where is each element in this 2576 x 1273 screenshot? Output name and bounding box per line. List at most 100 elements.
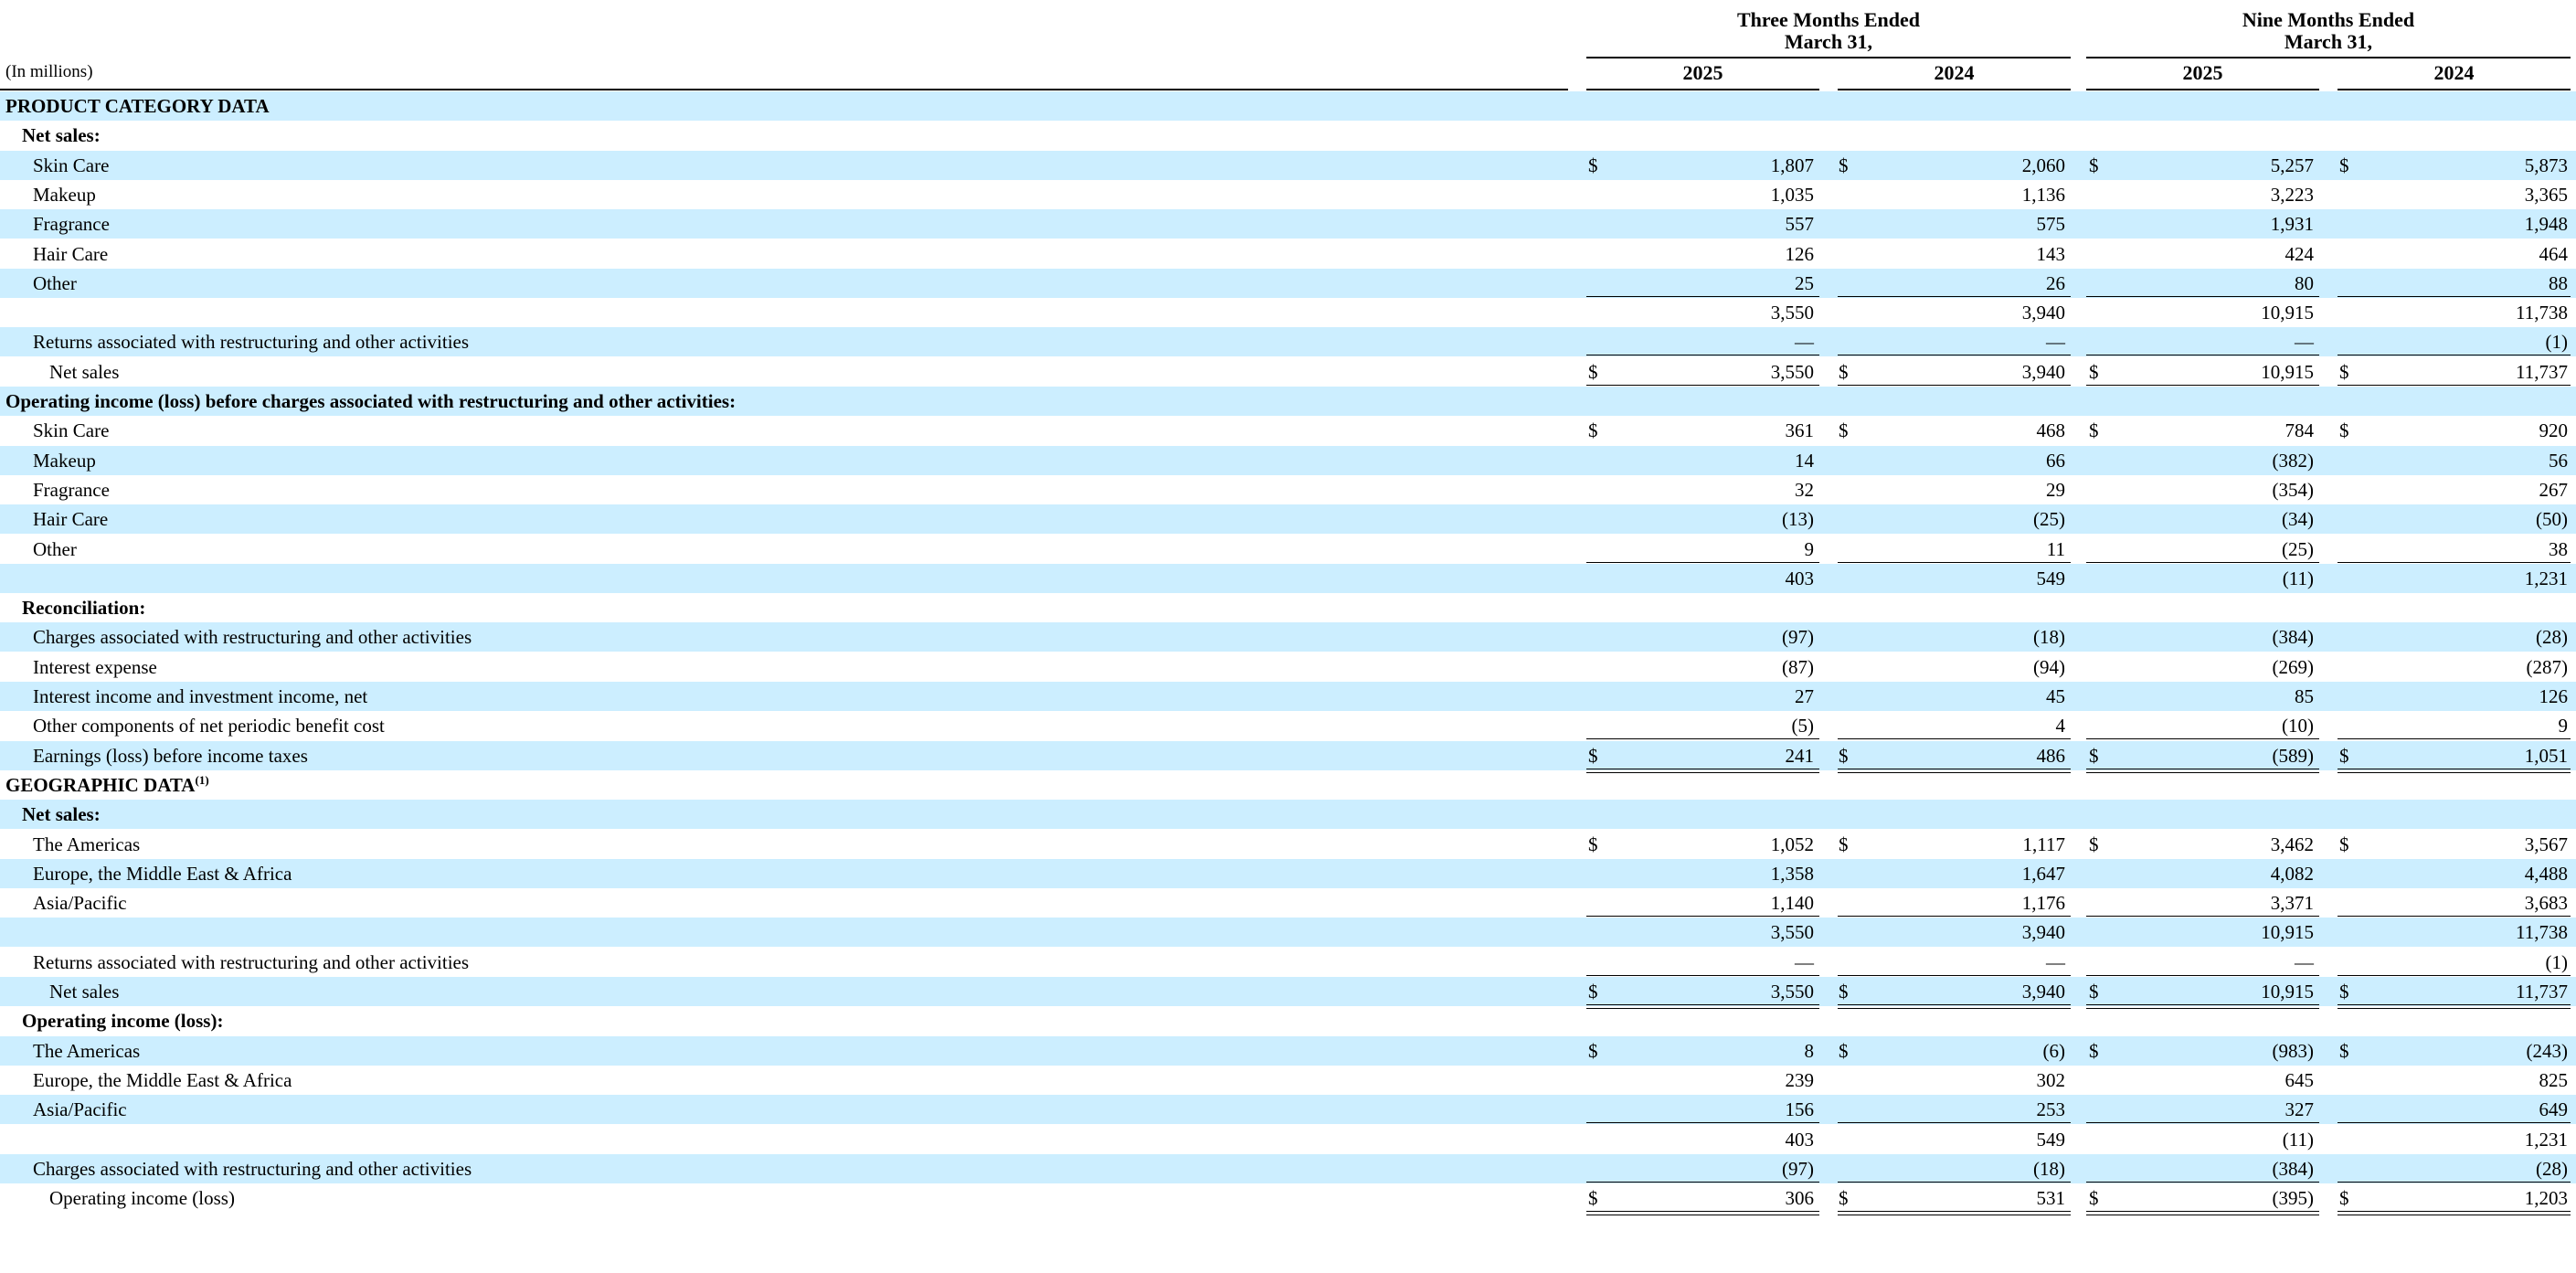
cell-value: 2,060 <box>2021 154 2065 176</box>
cell-value: 241 <box>1785 744 1815 767</box>
row-label-text: Asia/Pacific <box>33 892 127 915</box>
cell-value: 10,915 <box>2261 360 2314 383</box>
row-label-text: PRODUCT CATEGORY DATA <box>5 95 270 117</box>
cell-value: 1,931 <box>2270 213 2314 236</box>
cell-value: 29 <box>2046 478 2065 501</box>
cell-value: 424 <box>2284 242 2315 265</box>
row-label-text: Net sales: <box>22 803 101 826</box>
table-row: Earnings (loss) before income taxes $241 $… <box>0 740 2576 773</box>
subtotal-rule <box>2086 1122 2319 1124</box>
table-row: Asia/Pacific 156 253 327 649 <box>0 1095 2576 1125</box>
table-row: Operating income (loss): <box>0 1006 2576 1035</box>
cell-value: 143 <box>2036 242 2066 265</box>
currency-symbol: $ <box>2339 1039 2349 1062</box>
cell-value: 25 <box>1795 271 1814 294</box>
cell-value: 327 <box>2284 1098 2315 1121</box>
cell-value: — <box>2046 331 2065 354</box>
row-label-text: Makeup <box>33 183 96 206</box>
row-label: Returns associated with restructuring an… <box>33 327 469 356</box>
cell-value: (983) <box>2272 1039 2315 1062</box>
cell-value: 3,940 <box>2021 302 2065 324</box>
row-label-text: Net sales <box>49 981 120 1002</box>
year-header-q-2024: 2024 <box>1934 61 1975 84</box>
cell-value: 56 <box>2549 449 2568 472</box>
year-rule-1 <box>1586 89 1819 90</box>
cell-value: 38 <box>2549 537 2568 560</box>
table-row: GEOGRAPHIC DATA(1) <box>0 770 2576 800</box>
total-double-rule <box>2086 1211 2319 1216</box>
total-double-rule <box>1838 1211 2071 1216</box>
subtotal-rule <box>2086 738 2319 740</box>
table-row: 403 549 (11) 1,231 <box>0 1125 2576 1154</box>
row-label: Europe, the Middle East & Africa <box>33 859 292 888</box>
cell-value: 531 <box>2036 1187 2066 1210</box>
row-label-text: Other <box>33 537 77 560</box>
cell-value: 575 <box>2036 213 2066 236</box>
cell-value: 10,915 <box>2261 981 2314 1002</box>
currency-symbol: $ <box>2339 833 2349 855</box>
row-label: Skin Care <box>33 151 109 180</box>
subtotal-rule <box>1838 738 2071 740</box>
cell-value: — <box>1795 950 1814 973</box>
cell-value: 5,257 <box>2270 154 2314 176</box>
cell-value: 1,052 <box>1770 833 1814 855</box>
cell-value: (1) <box>2545 331 2569 354</box>
cell-value: 3,940 <box>2021 360 2065 383</box>
cell-value: (354) <box>2272 478 2315 501</box>
cell-value: 3,365 <box>2524 183 2568 206</box>
currency-symbol: $ <box>2339 360 2349 383</box>
cell-value: 9 <box>1804 537 1815 560</box>
cell-value: (97) <box>1782 1157 1814 1180</box>
subtotal-rule <box>1838 916 2071 918</box>
cell-value: (6) <box>2042 1039 2066 1062</box>
cell-value: — <box>2046 950 2065 973</box>
row-label: Hair Care <box>33 239 108 269</box>
cell-value: 11,738 <box>2516 921 2568 944</box>
row-label: PRODUCT CATEGORY DATA <box>5 91 270 121</box>
row-label: Earnings (loss) before income taxes <box>33 741 308 770</box>
row-label: Asia/Pacific <box>33 888 127 918</box>
subtotal-rule <box>2337 738 2571 740</box>
cell-value: 1,647 <box>2021 862 2065 885</box>
row-label-text: Hair Care <box>33 508 109 531</box>
currency-symbol: $ <box>2339 744 2349 767</box>
subtotal-rule <box>2337 561 2571 563</box>
cell-value: — <box>2295 950 2314 973</box>
units-label: (In millions) <box>5 62 93 81</box>
row-label-text: Other <box>33 271 77 294</box>
cell-value: 468 <box>2036 419 2066 442</box>
cell-value: 3,550 <box>1770 360 1814 383</box>
table-row: Other components of net periodic benefit… <box>0 711 2576 740</box>
row-label: Other components of net periodic benefit… <box>33 711 385 740</box>
table-row: Hair Care 126 143 424 464 <box>0 239 2576 269</box>
cell-value: 11,737 <box>2516 981 2568 1002</box>
cell-value: 361 <box>1785 419 1815 442</box>
cell-value: (87) <box>1782 655 1814 678</box>
cell-value: 80 <box>2295 271 2314 294</box>
table-row: Fragrance 32 29 (354) 267 <box>0 475 2576 504</box>
nine-months-header-line1: Nine Months Ended <box>2242 8 2415 31</box>
table-row: Asia/Pacific 1,140 1,176 3,371 3,683 <box>0 888 2576 918</box>
row-label: Net sales <box>49 357 119 387</box>
cell-value: (5) <box>1791 715 1815 737</box>
cell-value: (269) <box>2272 655 2315 678</box>
cell-value: 1,035 <box>1770 183 1814 206</box>
total-double-rule <box>1586 1211 1819 1216</box>
cell-value: 11,737 <box>2516 360 2568 383</box>
currency-symbol: $ <box>2339 154 2349 176</box>
row-label-text: Skin Care <box>33 154 110 176</box>
cell-value: 3,940 <box>2021 921 2065 944</box>
year-header-q-2025: 2025 <box>1682 61 1723 84</box>
cell-value: 10,915 <box>2261 921 2314 944</box>
header-bottom-rule <box>0 89 1568 90</box>
cell-value: 1,140 <box>1770 892 1814 915</box>
cell-value: 920 <box>2539 419 2569 442</box>
table-row: Other 25 26 80 88 <box>0 268 2576 298</box>
cell-value: 27 <box>1795 685 1814 707</box>
cell-value: 3,462 <box>2270 833 2314 855</box>
cell-value: — <box>2295 331 2314 354</box>
subtotal-rule <box>1586 561 1819 563</box>
cell-value: (28) <box>2536 626 2568 649</box>
row-label: Makeup <box>33 446 96 475</box>
row-label: Interest expense <box>33 652 157 682</box>
